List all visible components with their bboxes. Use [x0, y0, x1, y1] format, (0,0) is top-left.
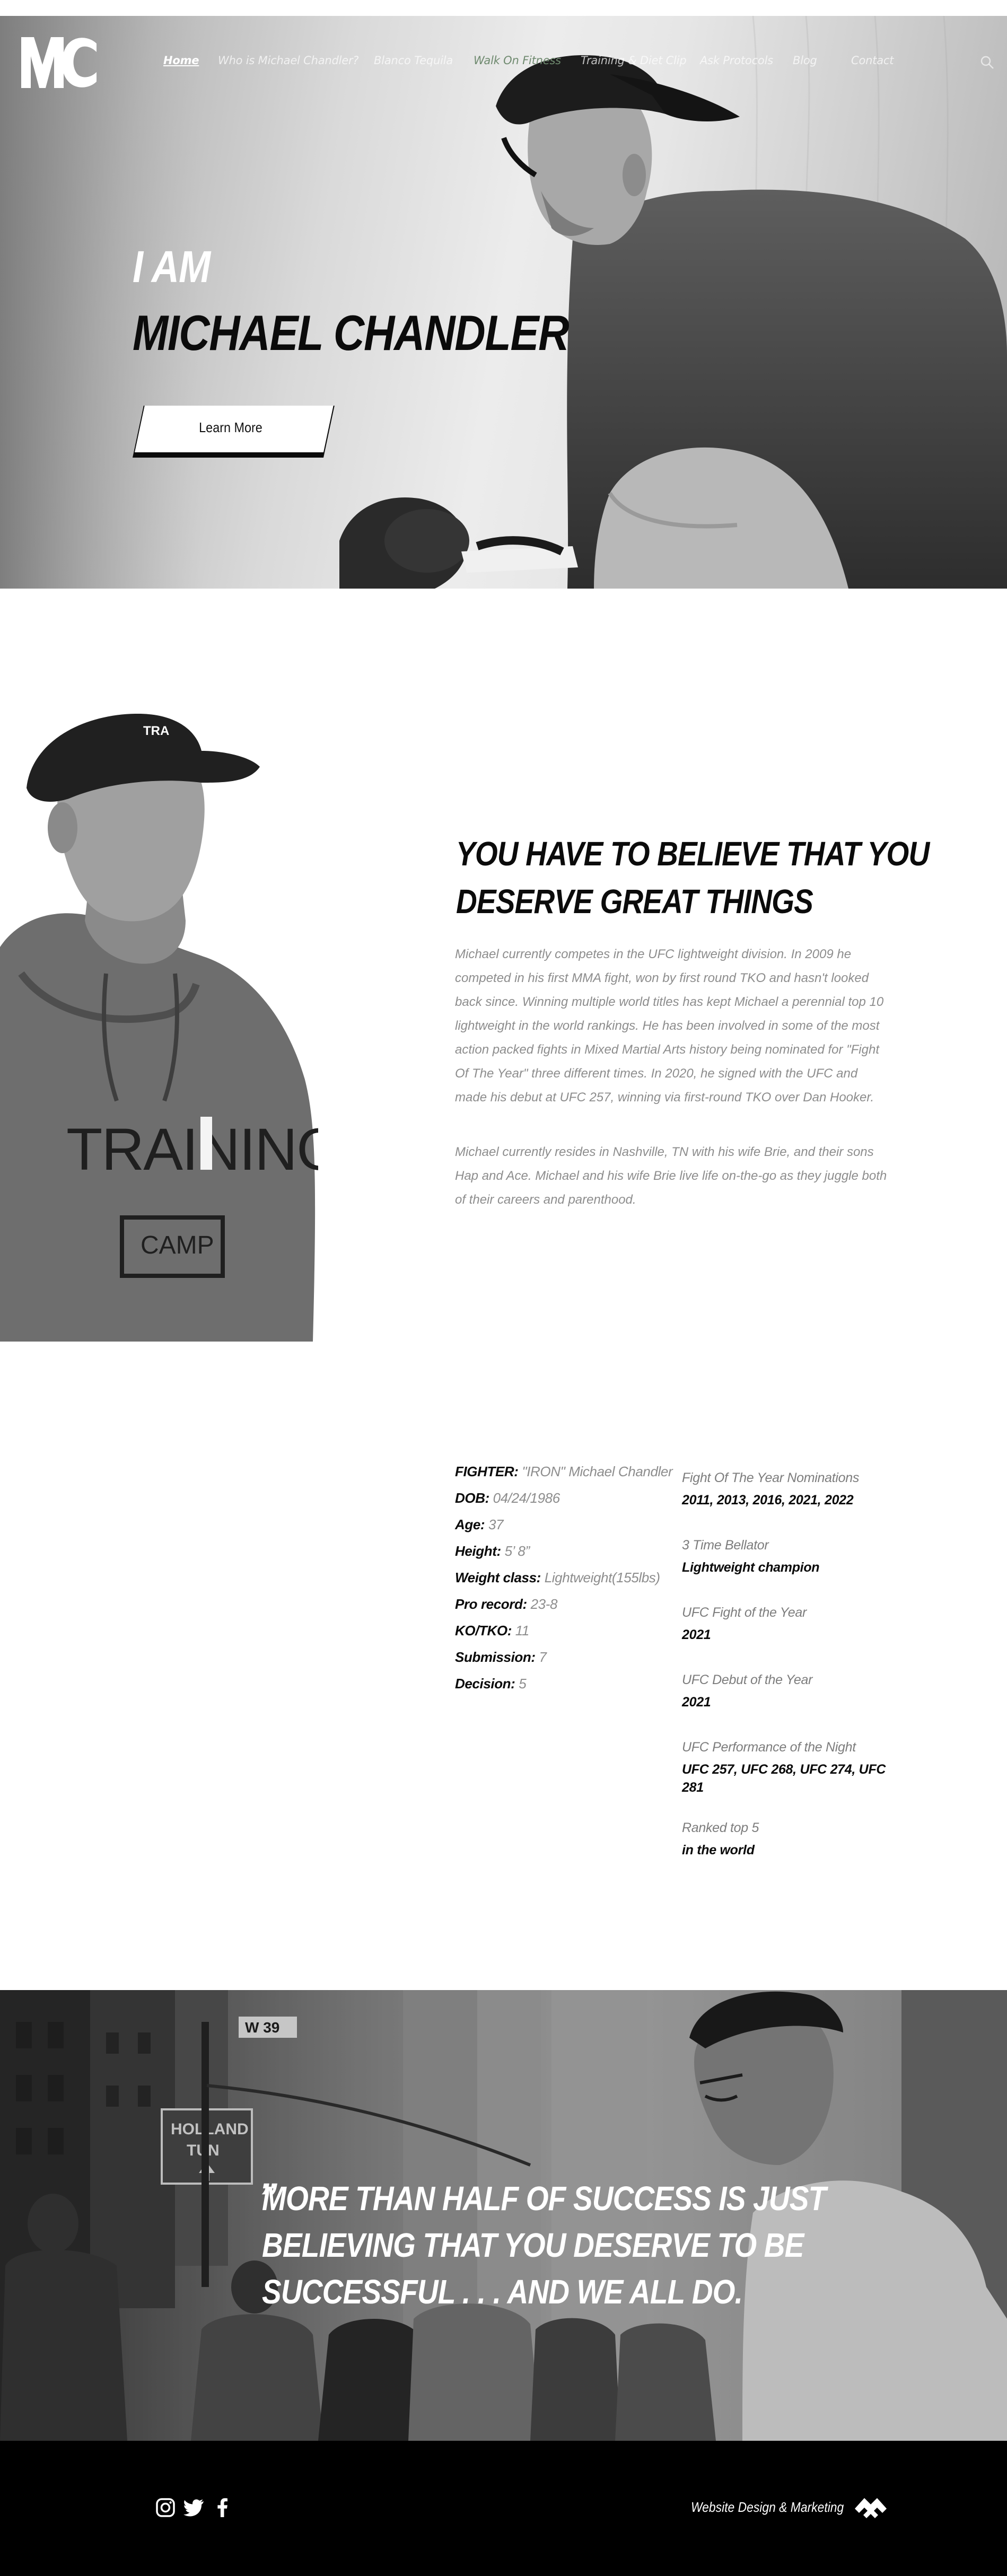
stat-decision: Decision: 5 [455, 1676, 527, 1692]
nav-item-blanco-tequila[interactable]: Blanco Tequila [374, 54, 453, 67]
stat-key: Weight class: [455, 1570, 541, 1585]
stat-value: 04/24/1986 [493, 1490, 561, 1506]
nav-item-protocols[interactable]: Ask Protocols [700, 54, 773, 67]
stat-height: Height: 5’ 8” [455, 1543, 530, 1559]
stat-weight-class: Weight class: Lightweight(155lbs) [455, 1570, 660, 1586]
learn-more-button[interactable]: Learn More [133, 406, 335, 458]
stat-key: Age: [455, 1517, 485, 1532]
quote-line-1: MORE THAN HALF OF SUCCESS IS JUST [262, 2179, 826, 2218]
stat-key: Submission: [455, 1649, 536, 1665]
stat-value: 23-8 [530, 1596, 558, 1612]
stat-value: 37 [488, 1517, 504, 1532]
achievement-detail: UFC 257, UFC 268, UFC 274, UFC 281 [682, 1762, 886, 1795]
stat-key: Height: [455, 1543, 501, 1559]
stat-key: FIGHTER: [455, 1464, 519, 1479]
stat-value: 7 [539, 1649, 547, 1665]
achievement-detail: 2011, 2013, 2016, 2021, 2022 [682, 1493, 854, 1508]
stat-submission: Submission: 7 [455, 1649, 547, 1666]
quote-line-3: SUCCESSFUL . . . AND WE ALL DO. [262, 2273, 743, 2311]
svg-text:TRAINING: TRAINING [66, 1116, 318, 1182]
stat-ko-tko: KO/TKO: 11 [455, 1623, 529, 1639]
stat-fighter: FIGHTER: "IRON" Michael Chandler [455, 1464, 673, 1480]
about-paragraph-career: Michael currently competes in the UFC li… [455, 947, 884, 1105]
stat-key: KO/TKO: [455, 1623, 512, 1639]
about-heading-line-1: YOU HAVE TO BELIEVE THAT YOU [456, 835, 930, 873]
about-heading: YOU HAVE TO BELIEVE THAT YOU DESERVE GRE… [456, 830, 930, 925]
hero-title-line-2: MICHAEL CHANDLER [133, 305, 569, 361]
fighter-stats-section: FIGHTER: "IRON" Michael Chandler DOB: 04… [455, 1464, 985, 1867]
achievement-title: UFC Fight of the Year [682, 1605, 807, 1620]
search-icon[interactable] [980, 55, 995, 70]
nav-item-home[interactable]: Home [163, 54, 199, 67]
nav-item-blog[interactable]: Blog [793, 54, 817, 67]
twitter-icon[interactable] [183, 2497, 205, 2518]
achievement-title: Ranked top 5 [682, 1820, 759, 1835]
learn-more-label: Learn More [199, 419, 262, 435]
about-fighter-photo: TRA TRAINING CAMP [0, 698, 318, 1342]
nav-item-training-diet[interactable]: Training & Diet Clip [581, 54, 687, 67]
about-paragraph-family: Michael currently resides in Nashville, … [455, 1145, 887, 1207]
achievement-item: Fight Of The Year Nominations 2011, 2013… [682, 1469, 905, 1509]
about-heading-line-2: DESERVE GREAT THINGS [456, 882, 813, 921]
hero-section: Home Who is Michael Chandler? Blanco Teq… [0, 16, 1007, 589]
stat-key: DOB: [455, 1490, 489, 1506]
achievement-item: UFC Performance of the Night UFC 257, UF… [682, 1738, 905, 1797]
stat-dob: DOB: 04/24/1986 [455, 1490, 560, 1506]
stat-value: 5 [519, 1676, 527, 1692]
achievement-item: Ranked top 5 in the world [682, 1819, 905, 1859]
achievement-title: Fight Of The Year Nominations [682, 1470, 860, 1485]
instagram-icon[interactable] [155, 2497, 176, 2518]
stat-value: 11 [515, 1623, 530, 1639]
achievement-detail: 2021 [682, 1627, 711, 1642]
stat-pro-record: Pro record: 23-8 [455, 1596, 557, 1613]
hero-title-line-1: I AM [133, 242, 211, 292]
stat-key: Pro record: [455, 1596, 527, 1612]
nav-item-contact[interactable]: Contact [851, 54, 894, 67]
achievement-item: UFC Debut of the Year 2021 [682, 1671, 905, 1711]
top-white-strip [0, 0, 1007, 16]
quote-line-2: BELIEVING THAT YOU DESERVE TO BE [262, 2226, 804, 2264]
achievement-detail: Lightweight champion [682, 1560, 820, 1575]
main-navigation: Home Who is Michael Chandler? Blanco Teq… [0, 54, 1007, 75]
stat-value: 5’ 8” [504, 1543, 530, 1559]
stat-age: Age: 37 [455, 1517, 504, 1533]
fighter-portrait-illustration: TRA TRAINING CAMP [0, 714, 318, 1342]
achievement-title: 3 Time Bellator [682, 1538, 769, 1553]
nav-item-who-is-michael[interactable]: Who is Michael Chandler? [218, 54, 359, 67]
stat-value: Lightweight(155lbs) [544, 1570, 660, 1585]
stat-value: "IRON" Michael Chandler [522, 1464, 673, 1479]
achievement-title: UFC Performance of the Night [682, 1740, 856, 1755]
footer-credit-link[interactable]: Website Design & Marketing [691, 2499, 844, 2516]
achievement-detail: in the world [682, 1843, 755, 1857]
agency-logo-icon[interactable] [854, 2494, 888, 2520]
achievement-item: UFC Fight of the Year 2021 [682, 1604, 905, 1644]
stat-key: Decision: [455, 1676, 515, 1692]
site-footer: Website Design & Marketing [0, 2441, 1007, 2576]
quote-text: MORE THAN HALF OF SUCCESS IS JUST BELIEV… [262, 2175, 826, 2315]
hero-fighter-photo [0, 16, 1007, 589]
facebook-icon[interactable] [212, 2497, 233, 2518]
achievement-title: UFC Debut of the Year [682, 1672, 813, 1687]
nav-item-walk-on-fitness[interactable]: Walk On Fitness [474, 54, 561, 67]
svg-text:TRA: TRA [143, 724, 169, 738]
achievement-item: 3 Time Bellator Lightweight champion [682, 1536, 905, 1576]
svg-text:CAMP: CAMP [141, 1231, 214, 1259]
achievement-detail: 2021 [682, 1695, 711, 1710]
